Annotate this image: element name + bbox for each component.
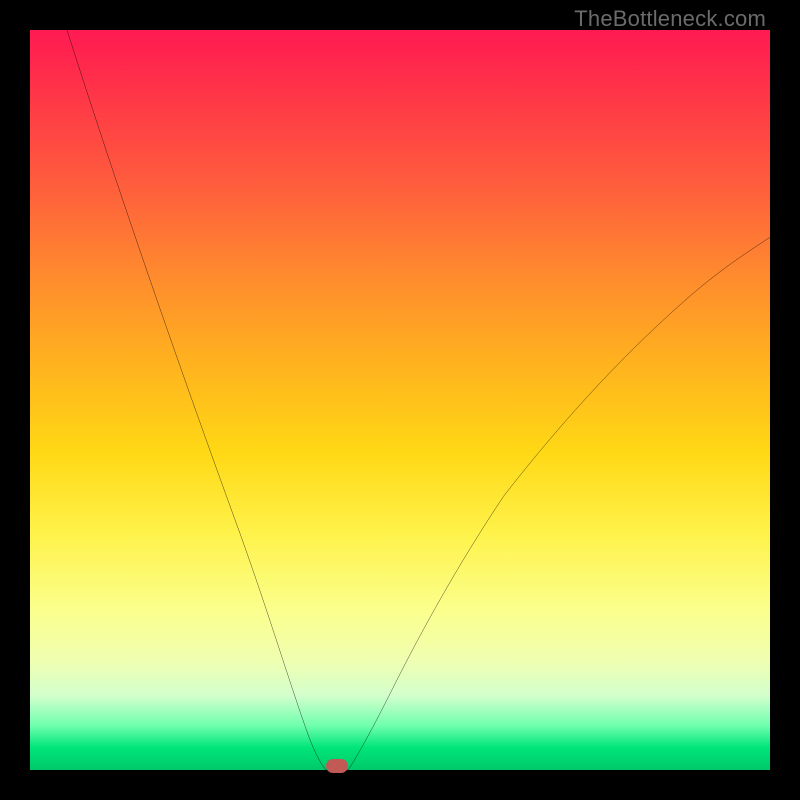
bottleneck-curve	[30, 30, 770, 770]
watermark-label: TheBottleneck.com	[574, 6, 766, 32]
optimal-marker	[326, 759, 348, 773]
curve-right-branch	[348, 237, 770, 770]
chart-frame: TheBottleneck.com	[0, 0, 800, 800]
curve-left-branch	[67, 30, 326, 770]
plot-area	[30, 30, 770, 770]
